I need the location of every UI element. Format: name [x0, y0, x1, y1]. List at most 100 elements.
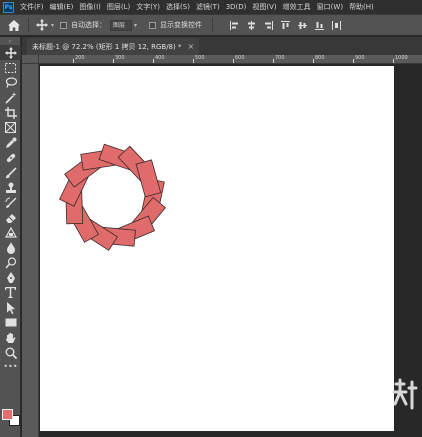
auto-select-checkbox[interactable]	[60, 21, 68, 29]
zoom-tool[interactable]	[0, 345, 21, 360]
align-middle-button[interactable]	[297, 20, 307, 30]
chevron-down-icon[interactable]: ▾	[134, 22, 137, 29]
ruler-tick-label: 400	[155, 55, 165, 61]
close-icon[interactable]: ×	[187, 42, 194, 51]
menu-help[interactable]: 帮助(H)	[349, 2, 374, 12]
menu-image[interactable]: 图像(I)	[79, 2, 101, 12]
align-controls	[229, 20, 348, 30]
path-selection-tool[interactable]	[0, 300, 21, 315]
options-divider	[28, 18, 29, 32]
menu-type[interactable]: 文字(Y)	[136, 2, 160, 12]
brush-tool[interactable]	[0, 165, 21, 180]
menu-bar: Ps 文件(F) 编辑(E) 图像(I) 图层(L) 文字(Y) 选择(S) 滤…	[0, 0, 422, 14]
align-bottom-button[interactable]	[314, 20, 324, 30]
menu-file[interactable]: 文件(F)	[20, 2, 44, 12]
align-right-button[interactable]	[263, 20, 273, 30]
options-divider	[212, 18, 214, 32]
foreground-color-swatch[interactable]	[2, 409, 13, 420]
rectangle-copy[interactable]	[135, 159, 162, 198]
tools-panel: » •••	[0, 37, 21, 437]
chevron-down-icon[interactable]: ▾	[51, 22, 54, 29]
hand-tool[interactable]	[0, 330, 21, 345]
horizontal-ruler[interactable]: 200 300 400 500 600 700 800 900 1000	[39, 55, 422, 64]
document-canvas[interactable]	[40, 66, 394, 431]
photoshop-logo[interactable]: Ps	[3, 1, 14, 13]
blur-drop-icon	[6, 241, 15, 254]
magic-wand-icon	[4, 91, 16, 104]
frame-tool[interactable]	[0, 120, 21, 135]
dodge-icon	[4, 256, 16, 268]
lasso-icon	[5, 77, 17, 88]
vertical-ruler[interactable]	[22, 64, 39, 437]
align-bottom-icon	[314, 21, 324, 30]
crop-tool[interactable]	[0, 105, 21, 120]
dodge-tool[interactable]	[0, 255, 21, 270]
eyedropper-tool[interactable]	[0, 135, 21, 150]
ruler-tick	[353, 59, 354, 63]
magic-wand-tool[interactable]	[0, 90, 21, 105]
ruler-tick	[73, 59, 74, 63]
align-top-button[interactable]	[280, 20, 290, 30]
ruler-tick	[233, 59, 234, 63]
ruler-tick	[153, 59, 154, 63]
edit-toolbar-button[interactable]: •••	[0, 360, 21, 372]
move-tool[interactable]	[0, 45, 21, 60]
menu-layer[interactable]: 图层(L)	[107, 2, 130, 12]
align-top-icon	[280, 20, 290, 29]
menu-view[interactable]: 视图(V)	[252, 2, 276, 12]
crop-icon	[4, 106, 17, 119]
menu-3d[interactable]: 3D(D)	[226, 3, 247, 11]
menu-edit[interactable]: 编辑(E)	[50, 2, 74, 12]
ruler-origin[interactable]	[22, 55, 39, 64]
blur-tool[interactable]	[0, 240, 21, 255]
auto-select-dropdown[interactable]: 图层	[110, 19, 133, 31]
pen-tool[interactable]	[0, 270, 21, 285]
show-transform-label: 显示变换控件	[160, 21, 203, 29]
ruler-tick-label: 900	[355, 55, 365, 61]
align-center-icon	[247, 20, 255, 30]
align-center-button[interactable]	[246, 20, 256, 30]
home-icon	[8, 19, 20, 31]
stamp-icon	[5, 182, 16, 193]
history-brush-tool[interactable]	[0, 195, 21, 210]
gradient-tool[interactable]	[0, 225, 21, 240]
align-left-button[interactable]	[229, 20, 239, 30]
align-middle-icon	[297, 21, 307, 29]
rectangle-icon	[5, 318, 16, 327]
panel-collapse-icon[interactable]: »	[0, 37, 20, 45]
zoom-icon	[5, 347, 17, 359]
menu-plugins[interactable]: 增效工具	[283, 2, 311, 12]
ruler-tick-label: 500	[195, 55, 205, 61]
menu-select[interactable]: 选择(S)	[166, 2, 190, 12]
ruler-tick-label: 1000	[395, 55, 408, 61]
document-tab[interactable]: 未标题-1 @ 72.2% (矩形 1 拷贝 12, RGB/8) * ×	[27, 38, 200, 55]
ruler-tick	[393, 59, 394, 63]
watermark-logo	[392, 378, 418, 410]
home-button[interactable]	[6, 17, 22, 33]
history-brush-icon	[5, 197, 16, 208]
tool-preset-picker[interactable]	[35, 18, 49, 32]
eraser-tool[interactable]	[0, 210, 21, 225]
distribute-button[interactable]	[331, 20, 341, 30]
options-bar: ▾ 自动选择： 图层 ▾ 显示变换控件	[0, 14, 422, 36]
arrow-pointer-icon	[6, 301, 15, 314]
marquee-tool[interactable]	[0, 60, 21, 75]
type-tool[interactable]	[0, 285, 21, 300]
gradient-icon	[4, 227, 17, 238]
clone-stamp-tool[interactable]	[0, 180, 21, 195]
show-transform-checkbox[interactable]	[149, 21, 157, 29]
menu-window[interactable]: 窗口(W)	[317, 2, 343, 12]
menu-filter[interactable]: 滤镜(T)	[196, 2, 220, 12]
pen-icon	[6, 271, 15, 283]
ruler-tick	[113, 59, 114, 63]
healing-brush-tool[interactable]	[0, 150, 21, 165]
ruler-tick	[193, 59, 194, 63]
align-left-icon	[229, 20, 238, 30]
color-swatches	[2, 407, 20, 429]
brush-icon	[5, 166, 17, 178]
eyedropper-icon	[5, 137, 16, 148]
lasso-tool[interactable]	[0, 75, 21, 90]
ruler-tick-label: 800	[315, 55, 325, 61]
bandage-icon	[6, 153, 15, 162]
rectangle-tool[interactable]	[0, 315, 21, 330]
